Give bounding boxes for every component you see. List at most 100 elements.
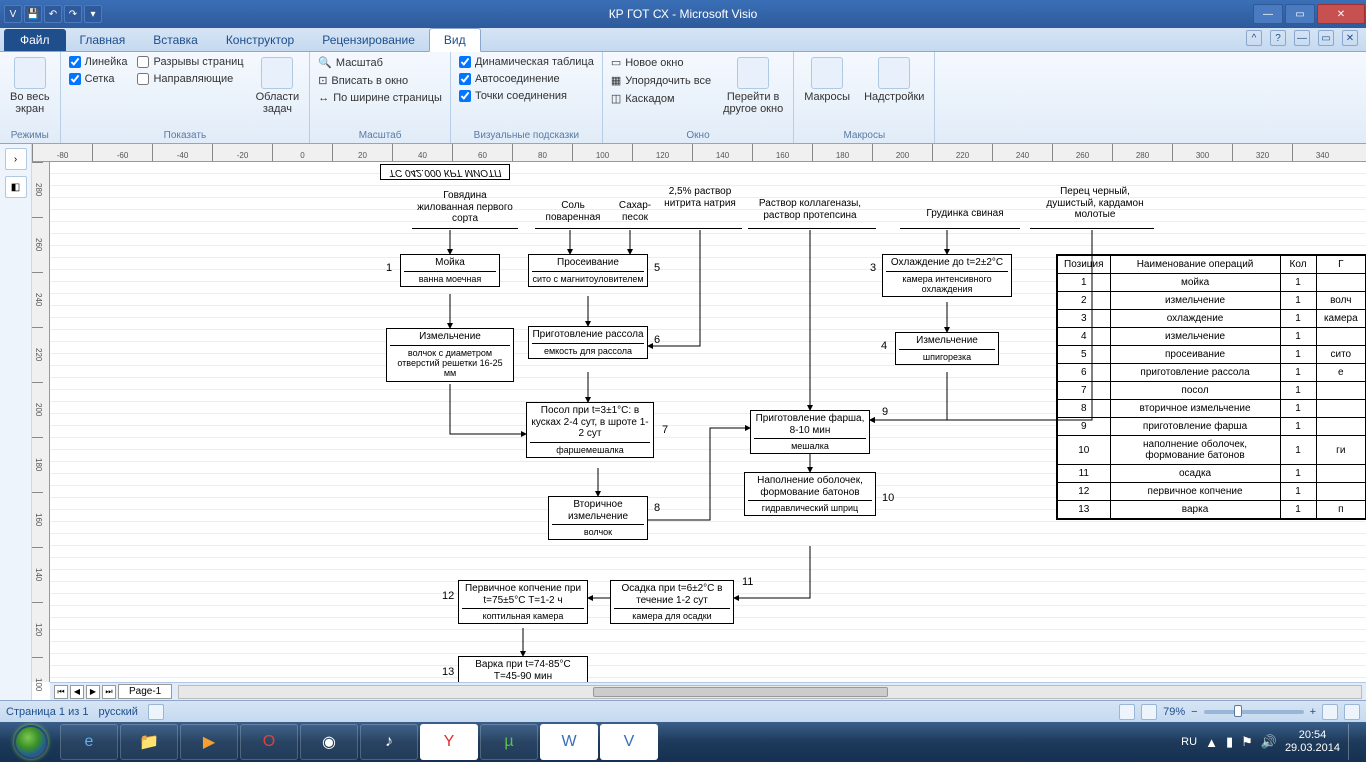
- box-3[interactable]: Охлаждение до t=2±2°Скамера интенсивного…: [882, 254, 1012, 297]
- zoom-out-icon[interactable]: −: [1191, 706, 1197, 718]
- status-macro-icon[interactable]: [148, 704, 164, 720]
- undo-icon[interactable]: ↶: [44, 5, 62, 23]
- page-next-icon[interactable]: ▶: [86, 685, 100, 699]
- close-button[interactable]: ✕: [1317, 4, 1365, 24]
- page-first-icon[interactable]: ⏮: [54, 685, 68, 699]
- tray-action-icon[interactable]: ⚑: [1241, 734, 1253, 750]
- chk-autoconnect[interactable]: Автосоединение: [457, 72, 596, 86]
- box-10[interactable]: Наполнение оболочек, формование батоновг…: [744, 472, 876, 516]
- taskbar-explorer-icon[interactable]: 📁: [120, 724, 178, 760]
- operations-table[interactable]: Позиция Наименование операций Кол Г 1мой…: [1056, 254, 1366, 520]
- start-button[interactable]: [4, 724, 58, 760]
- show-desktop-button[interactable]: [1348, 724, 1356, 760]
- table-row[interactable]: 13варка1п: [1057, 501, 1366, 520]
- tab-insert[interactable]: Вставка: [139, 29, 212, 51]
- fit-page-icon[interactable]: [1322, 704, 1338, 720]
- box-9[interactable]: Приготовление фарша, 8-10 минмешалка: [750, 410, 870, 454]
- drawing-canvas[interactable]: ТС 042.000 КРТ МИОТП Говядина жилованная…: [50, 162, 1366, 682]
- taskbar-utorrent-icon[interactable]: µ: [480, 724, 538, 760]
- table-row[interactable]: 6приготовление рассола1е: [1057, 364, 1366, 382]
- tray-lang[interactable]: RU: [1181, 736, 1197, 748]
- tray-clock[interactable]: 20:5429.03.2014: [1285, 729, 1340, 755]
- table-row[interactable]: 12первичное копчение1: [1057, 483, 1366, 501]
- box-1[interactable]: Мойкаванна моечная: [400, 254, 500, 287]
- zoom-in-icon[interactable]: +: [1310, 706, 1316, 718]
- table-row[interactable]: 9приготовление фарша1: [1057, 418, 1366, 436]
- chk-ruler[interactable]: Линейка: [67, 55, 130, 69]
- taskbar-word-icon[interactable]: W: [540, 724, 598, 760]
- box-4[interactable]: Измельчениешпигорезка: [895, 332, 999, 365]
- taskbar-wmp-icon[interactable]: ▶: [180, 724, 238, 760]
- title-block[interactable]: ТС 042.000 КРТ МИОТП: [380, 164, 510, 180]
- box-5[interactable]: Просеиваниесито с магнитоуловителем: [528, 254, 648, 287]
- tray-network-icon[interactable]: ▮: [1226, 734, 1233, 750]
- taskbar-opera-icon[interactable]: O: [240, 724, 298, 760]
- page-tab-1[interactable]: Page-1: [118, 684, 172, 699]
- table-row[interactable]: 4измельчение1: [1057, 328, 1366, 346]
- page-width-button[interactable]: ↔ По ширине страницы: [316, 91, 444, 105]
- expand-shapes-icon[interactable]: ›: [5, 148, 27, 170]
- taskbar-ie-icon[interactable]: e: [60, 724, 118, 760]
- fullscreen-button[interactable]: Во весь экран: [6, 55, 54, 117]
- shapes-tool-icon[interactable]: ◧: [5, 176, 27, 198]
- table-row[interactable]: 7посол1: [1057, 382, 1366, 400]
- taskbar-yandex-icon[interactable]: Y: [420, 724, 478, 760]
- macros-button[interactable]: Макросы: [800, 55, 854, 105]
- taskbar-visio-icon[interactable]: V: [600, 724, 658, 760]
- new-window-button[interactable]: ▭ Новое окно: [609, 55, 713, 70]
- task-panes-button[interactable]: Области задач: [252, 55, 304, 117]
- ribbon-opts-icon[interactable]: —: [1294, 30, 1310, 46]
- status-view2-icon[interactable]: [1141, 704, 1157, 720]
- status-language[interactable]: русский: [98, 706, 137, 718]
- page-prev-icon[interactable]: ◀: [70, 685, 84, 699]
- tab-view[interactable]: Вид: [429, 28, 481, 52]
- taskbar-chrome-icon[interactable]: ◉: [300, 724, 358, 760]
- status-extra-icon[interactable]: [1344, 704, 1360, 720]
- restore-down-icon[interactable]: ▭: [1318, 30, 1334, 46]
- table-row[interactable]: 1мойка1: [1057, 274, 1366, 292]
- chk-page-breaks[interactable]: Разрывы страниц: [135, 55, 245, 69]
- tray-flag-icon[interactable]: ▲: [1205, 735, 1218, 750]
- chk-grid[interactable]: Сетка: [67, 72, 130, 86]
- table-row[interactable]: 3охлаждение1камера: [1057, 310, 1366, 328]
- box-12[interactable]: Первичное копчение при t=75±5°С Т=1-2 чк…: [458, 580, 588, 624]
- box-6[interactable]: Приготовление рассолаемкость для рассола: [528, 326, 648, 359]
- box-13[interactable]: Варка при t=74-85°С Т=45-90 мин: [458, 656, 588, 682]
- close-doc-icon[interactable]: ✕: [1342, 30, 1358, 46]
- table-row[interactable]: 8вторичное измельчение1: [1057, 400, 1366, 418]
- status-view1-icon[interactable]: [1119, 704, 1135, 720]
- box-8[interactable]: Вторичное измельчениеволчок: [548, 496, 648, 540]
- help-icon[interactable]: ?: [1270, 30, 1286, 46]
- tab-review[interactable]: Рецензирование: [308, 29, 429, 51]
- taskbar-app1-icon[interactable]: ♪: [360, 724, 418, 760]
- fit-window-button[interactable]: ⊡ Вписать в окно: [316, 73, 444, 88]
- zoom-slider[interactable]: [1204, 710, 1304, 714]
- tray-volume-icon[interactable]: 🔊: [1261, 734, 1277, 750]
- chk-dynamic-grid[interactable]: Динамическая таблица: [457, 55, 596, 69]
- file-tab[interactable]: Файл: [4, 29, 66, 51]
- minimize-button[interactable]: —: [1253, 4, 1283, 24]
- arrange-all-button[interactable]: ▦ Упорядочить все: [609, 73, 713, 88]
- chk-guides[interactable]: Направляющие: [135, 72, 245, 86]
- save-icon[interactable]: 💾: [24, 5, 42, 23]
- table-row[interactable]: 5просеивание1сито: [1057, 346, 1366, 364]
- addins-button[interactable]: Надстройки: [860, 55, 928, 105]
- status-zoom-value[interactable]: 79%: [1163, 706, 1185, 718]
- visio-app-icon[interactable]: V: [4, 5, 22, 23]
- table-row[interactable]: 11осадка1: [1057, 465, 1366, 483]
- chk-connection-points[interactable]: Точки соединения: [457, 89, 596, 103]
- horizontal-scrollbar[interactable]: [178, 685, 1362, 699]
- cascade-button[interactable]: ◫ Каскадом: [609, 91, 713, 106]
- qat-more-icon[interactable]: ▾: [84, 5, 102, 23]
- switch-window-button[interactable]: Перейти в другое окно: [719, 55, 787, 117]
- zoom-button[interactable]: 🔍 Масштаб: [316, 55, 444, 70]
- box-2[interactable]: Измельчениеволчок с диаметром отверстий …: [386, 328, 514, 382]
- minimize-ribbon-icon[interactable]: ^: [1246, 30, 1262, 46]
- page-last-icon[interactable]: ⏭: [102, 685, 116, 699]
- box-7[interactable]: Посол при t=3±1°С: в кусках 2-4 сут, в ш…: [526, 402, 654, 458]
- maximize-button[interactable]: ▭: [1285, 4, 1315, 24]
- tab-home[interactable]: Главная: [66, 29, 140, 51]
- table-row[interactable]: 2измельчение1волч: [1057, 292, 1366, 310]
- table-row[interactable]: 10наполнение оболочек, формование батоно…: [1057, 436, 1366, 465]
- box-11[interactable]: Осадка при t=6±2°С в течение 1-2 суткаме…: [610, 580, 734, 624]
